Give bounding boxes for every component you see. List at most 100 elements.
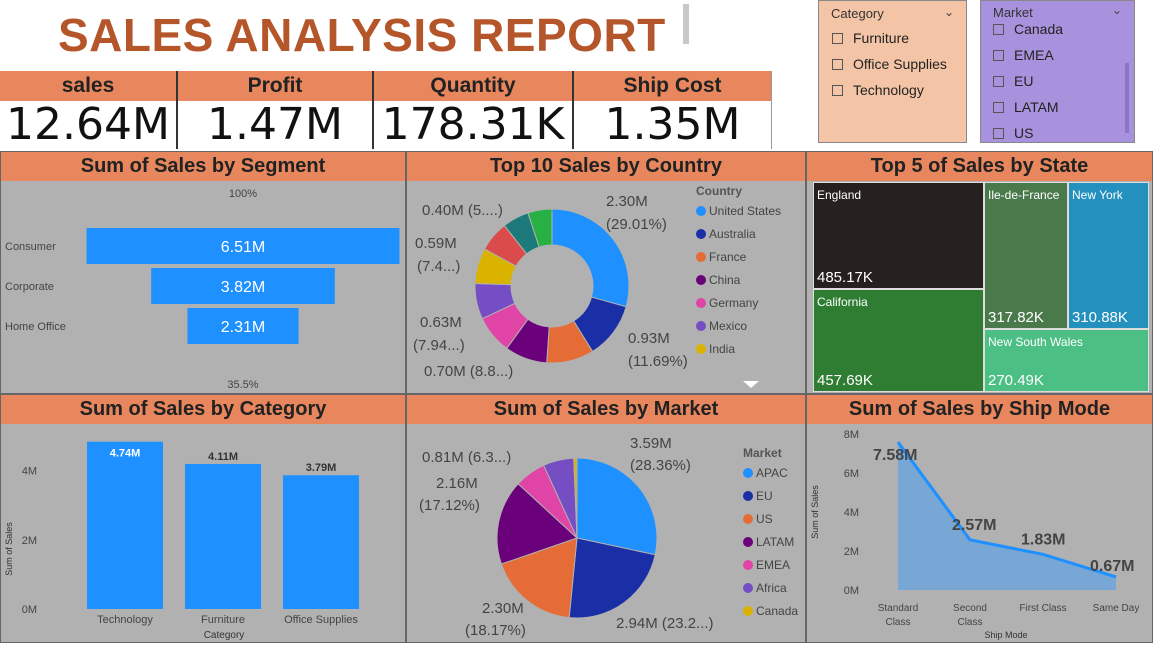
data-label: 3.82M — [221, 279, 265, 296]
data-label: 0.81M (6.3...) — [422, 449, 511, 466]
data-label: 4.74M — [110, 448, 141, 460]
data-label: 2.31M — [221, 319, 265, 336]
kpi-card-profit: Profit 1.47M — [178, 71, 374, 149]
shipmode-panel: Sum of Sales by Ship Mode Sum of Sales S… — [806, 394, 1153, 643]
slicer-item-label: US — [1014, 125, 1034, 141]
kpi-label: sales — [0, 71, 176, 101]
data-label: 0.67M — [1090, 558, 1134, 575]
slicer-item-technology[interactable]: Technology — [832, 77, 966, 103]
legend-item[interactable]: India — [709, 342, 735, 356]
legend-item[interactable]: United States — [709, 204, 781, 218]
legend-marker — [743, 560, 753, 570]
checkbox[interactable] — [993, 23, 1004, 35]
chevron-down-icon[interactable]: ⌄ — [1112, 3, 1122, 17]
panel-title: Sum of Sales by Category — [1, 395, 405, 424]
legend-item[interactable]: APAC — [756, 466, 788, 480]
legend-item[interactable]: China — [709, 273, 741, 287]
segment-panel: Sum of Sales by Segment 100% 35.5% Consu… — [0, 151, 406, 394]
legend-item[interactable]: Mexico — [709, 319, 747, 333]
category-label: Consumer — [5, 241, 56, 253]
y-tick-label: 4M — [22, 466, 37, 478]
legend-marker — [743, 537, 753, 547]
panel-title: Sum of Sales by Segment — [1, 152, 405, 181]
treemap-tile-new-york[interactable]: New York 310.88K — [1068, 182, 1149, 329]
tile-label: England — [817, 188, 862, 202]
panel-title: Top 10 Sales by Country — [407, 152, 805, 181]
treemap-tile-new-south-wales[interactable]: New South Wales 270.49K — [984, 329, 1149, 392]
slicer-item-office-supplies[interactable]: Office Supplies — [832, 51, 966, 77]
slicer-item-label: EMEA — [1014, 47, 1054, 63]
market-slicer[interactable]: Market ⌄ Canada EMEA EU LATAM US — [980, 0, 1135, 143]
x-tick-label: Technology — [97, 614, 153, 626]
slicer-item-label: Furniture — [853, 30, 910, 46]
slicer-item-latam[interactable]: LATAM — [993, 94, 1134, 120]
legend-item[interactable]: Germany — [709, 296, 758, 310]
more-options-icon[interactable] — [743, 381, 759, 388]
funnel-bottom-label: 35.5% — [227, 379, 258, 391]
treemap-tile-california[interactable]: California 457.69K — [813, 289, 984, 392]
checkbox[interactable] — [993, 127, 1004, 139]
slicer-item-us[interactable]: US — [993, 120, 1134, 142]
legend-marker — [743, 514, 753, 524]
kpi-card-quantity: Quantity 178.31K — [374, 71, 574, 149]
data-label: 7.58M — [873, 447, 917, 464]
panel-title: Sum of Sales by Market — [407, 395, 805, 424]
legend-item[interactable]: EU — [756, 489, 773, 503]
legend-title: Market — [743, 446, 782, 460]
legend-item[interactable]: US — [756, 512, 773, 526]
state-treemap: England 485.17K California 457.69K Ile-d… — [813, 182, 1149, 392]
slicer-item-furniture[interactable]: Furniture — [832, 25, 966, 51]
tile-label: California — [817, 295, 868, 309]
legend-item[interactable]: Canada — [756, 604, 798, 618]
data-label: (11.69%) — [628, 353, 688, 370]
checkbox[interactable] — [993, 101, 1004, 113]
legend-item[interactable]: LATAM — [756, 535, 794, 549]
category-slicer[interactable]: Category ⌄ Furniture Office Supplies Tec… — [818, 0, 967, 143]
treemap-tile-ile-de-france[interactable]: Ile-de-France 317.82K — [984, 182, 1068, 329]
x-tick-label: Office Supplies — [284, 614, 358, 626]
chevron-down-icon[interactable]: ⌄ — [944, 5, 954, 19]
legend-marker — [743, 583, 753, 593]
legend-marker — [743, 468, 753, 478]
kpi-label: Ship Cost — [574, 71, 771, 101]
treemap-tile-england[interactable]: England 485.17K — [813, 182, 984, 289]
data-label: (7.94...) — [413, 337, 465, 354]
data-label: 0.40M (5....) — [422, 202, 503, 219]
legend-item[interactable]: Africa — [756, 581, 787, 595]
slicer-item-eu[interactable]: EU — [993, 68, 1134, 94]
legend-item[interactable]: France — [709, 250, 747, 264]
slicer-item-label: EU — [1014, 73, 1034, 89]
country-panel: Top 10 Sales by Country 2.30M (29.01%) 0… — [406, 151, 806, 394]
legend-item[interactable]: Australia — [709, 227, 756, 241]
tile-label: Ile-de-France — [988, 188, 1060, 202]
slicer-item-emea[interactable]: EMEA — [993, 42, 1134, 68]
x-tick-label: First Class — [1019, 603, 1066, 614]
column-bar[interactable] — [283, 475, 359, 609]
checkbox[interactable] — [832, 58, 843, 70]
category-label: Home Office — [5, 321, 66, 333]
column-bar[interactable] — [87, 441, 163, 609]
x-tick-label: Class — [885, 617, 910, 628]
data-label: (29.01%) — [606, 216, 667, 233]
text-cursor — [683, 4, 689, 44]
tile-label: New South Wales — [988, 335, 1083, 349]
checkbox[interactable] — [832, 84, 843, 96]
column-bar[interactable] — [185, 463, 261, 609]
kpi-value: 12.64M — [6, 99, 170, 150]
kpi-label: Profit — [178, 71, 372, 101]
x-axis-title: Ship Mode — [984, 630, 1027, 640]
checkbox[interactable] — [993, 49, 1004, 61]
slicer-item-label: Office Supplies — [853, 56, 947, 72]
data-label: 1.83M — [1021, 531, 1065, 548]
legend-marker — [743, 491, 753, 501]
scrollbar[interactable] — [1125, 63, 1129, 133]
checkbox[interactable] — [832, 32, 843, 44]
legend-marker — [696, 229, 706, 239]
legend-item[interactable]: EMEA — [756, 558, 790, 572]
y-tick-label: 0M — [22, 604, 37, 616]
data-label: 0.63M — [420, 314, 462, 331]
funnel-top-label: 100% — [229, 188, 257, 200]
checkbox[interactable] — [993, 75, 1004, 87]
legend-marker — [696, 298, 706, 308]
tile-label: New York — [1072, 188, 1123, 202]
